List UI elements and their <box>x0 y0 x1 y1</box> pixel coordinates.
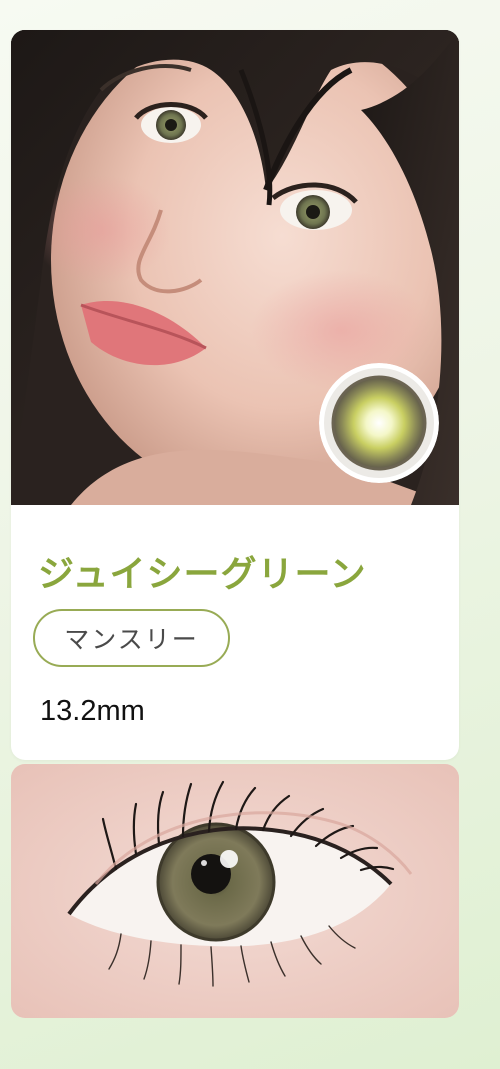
green-lens-swatch <box>319 363 439 483</box>
period-badge: マンスリー <box>33 609 230 667</box>
product-card[interactable]: ジュイシーグリーン マンスリー 13.2mm <box>11 30 459 760</box>
product-name: ジュイシーグリーン <box>38 554 367 595</box>
model-face-photo <box>11 30 459 505</box>
eye-closeup-photo <box>11 764 459 1018</box>
page: { "product": { "name": "ジュイシーグリーン", "per… <box>0 0 500 1069</box>
product-info: ジュイシーグリーン マンスリー 13.2mm <box>11 505 459 760</box>
diameter-text: 13.2mm <box>40 695 145 727</box>
